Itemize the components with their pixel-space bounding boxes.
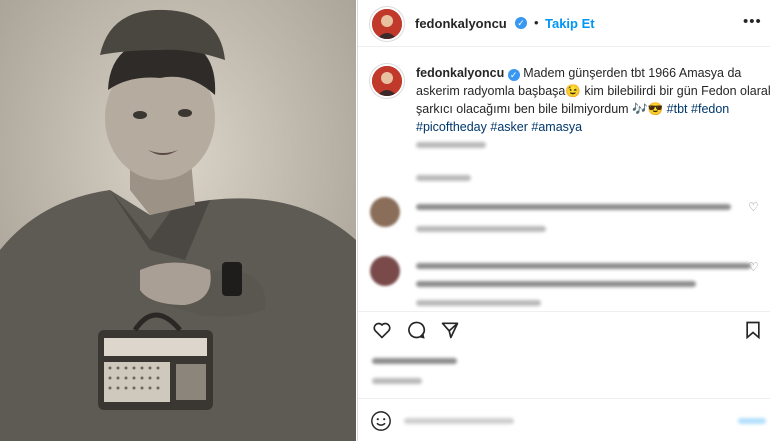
comment-avatar[interactable] [370, 197, 400, 227]
comment-like-icon[interactable]: ♡ [748, 260, 759, 274]
bookmark-icon[interactable] [743, 320, 763, 340]
add-comment-placeholder-blurred[interactable] [404, 418, 514, 424]
share-icon[interactable] [440, 320, 460, 340]
username[interactable]: fedonkalyoncu [415, 16, 507, 31]
heart-icon[interactable] [372, 320, 392, 340]
hashtag-amasya[interactable]: #amasya [531, 120, 582, 134]
comment-text-blurred [416, 204, 731, 210]
post-comment-button-blurred[interactable] [738, 418, 766, 424]
caption-username[interactable]: fedonkalyoncu [416, 66, 504, 80]
hashtag-fedon[interactable]: #fedon [691, 102, 729, 116]
follow-button[interactable]: Takip Et [545, 16, 595, 31]
hidden-comment-count-blurred [416, 175, 471, 181]
likes-count-blurred [372, 358, 457, 364]
post-detail-panel: fedonkalyoncu ✓ • Takip Et ••• fedonkaly… [357, 0, 770, 441]
post-caption: fedonkalyoncu ✓ Madem günşerden tbt 1966… [416, 64, 770, 136]
comment-icon[interactable] [406, 320, 426, 340]
comment-text-blurred [416, 263, 751, 269]
emoji-icon[interactable] [370, 410, 392, 432]
hashtag-asker[interactable]: #asker [490, 120, 528, 134]
caption-timestamp-blurred [416, 142, 486, 148]
caption-avatar[interactable] [370, 64, 404, 98]
add-comment-bar [358, 398, 770, 442]
hashtag-picoftheday[interactable]: #picoftheday [416, 120, 487, 134]
post-action-bar [358, 311, 770, 350]
verified-badge-icon: ✓ [515, 17, 527, 29]
post-photo[interactable] [0, 0, 356, 441]
profile-avatar[interactable] [370, 7, 404, 41]
comment-avatar[interactable] [370, 256, 400, 286]
more-options-icon[interactable]: ••• [743, 13, 762, 30]
comment-meta-blurred [416, 300, 541, 306]
separator-dot: • [534, 15, 539, 30]
comment-meta-blurred [416, 226, 546, 232]
post-header: fedonkalyoncu ✓ • Takip Et ••• [358, 0, 770, 47]
caption-verified-icon: ✓ [507, 69, 520, 81]
post-date-blurred [372, 378, 422, 384]
comment-like-icon[interactable]: ♡ [748, 200, 759, 214]
comment-text-blurred [416, 281, 696, 287]
soldier-with-radio-photo [0, 0, 356, 441]
hashtag-tbt[interactable]: #tbt [667, 102, 688, 116]
